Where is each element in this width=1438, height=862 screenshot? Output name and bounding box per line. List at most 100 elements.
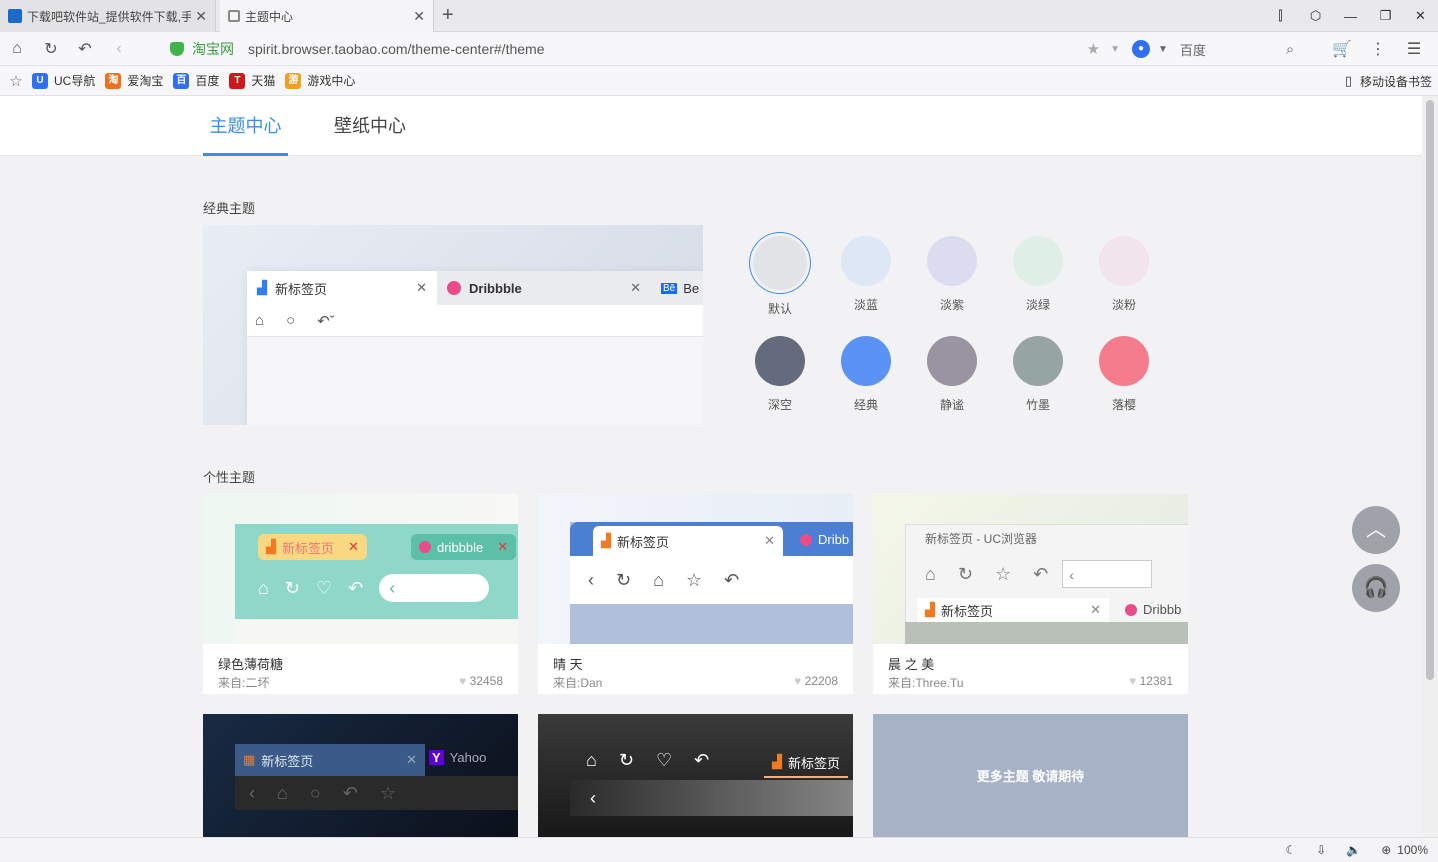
cart-icon[interactable]: 🛒 [1324,39,1360,59]
customer-service-button[interactable]: 🎧 [1352,564,1400,612]
swatch-label: 淡绿 [998,296,1078,313]
bookmark-item[interactable]: 游游戏中心 [285,72,355,89]
game-center-icon: 游 [285,73,301,89]
theme-swatch[interactable]: 竹墨 [998,336,1078,413]
mini-toolbar: ⌂↻♡↶‹ [258,574,489,602]
heart-icon: ♥ [459,674,466,688]
mini-toolbar: ‹⌂○↶☆ [235,776,518,810]
bookmarks-bar: ☆ UUC导航 淘爱淘宝 百百度 T天猫 游游戏中心 ▯ 移动设备书签 [0,66,1438,96]
page-header: 主题中心 壁纸中心 [0,96,1422,156]
theme-swatch[interactable]: 深空 [740,336,820,413]
swatch-label: 淡蓝 [826,296,906,313]
volume-icon[interactable]: 🔈 [1346,843,1361,857]
browser-tab-title: 下载吧软件站_提供软件下载,手 [27,8,191,25]
theme-card[interactable]: 新标签页 - UC浏览器 ⌂↻☆↶‹ ▟新标签页✕ Dribbb 晨 之 美 来… [873,494,1188,694]
classic-section-title: 经典主题 [203,198,255,217]
bookmark-star-icon[interactable]: ★ [1087,40,1100,58]
theme-preview-image: ▦新标签页✕ YYahoo ‹⌂○↶☆ [203,714,518,837]
download-icon[interactable]: ⇩ [1316,843,1326,857]
sidebar-toggle-icon[interactable]: ⫿ [1263,8,1298,24]
more-icon[interactable]: ⋮ [1360,39,1396,59]
navigation-bar: ⌂ ↻ ↶ ‹ 淘宝网 spirit.browser.taobao.com/th… [0,32,1438,66]
browser-tab[interactable]: 下载吧软件站_提供软件下载,手 ✕ [0,0,216,32]
bookmark-item[interactable]: UUC导航 [32,72,95,89]
swatch-color [755,336,805,386]
chevron-down-icon[interactable]: ▼ [1110,44,1120,55]
theme-preview-image: 新标签页 - UC浏览器 ⌂↻☆↶‹ ▟新标签页✕ Dribbb [873,494,1188,644]
address-bar[interactable]: 淘宝网 spirit.browser.taobao.com/theme-cent… [170,35,1120,63]
search-box[interactable]: ● ▼ 百度 ⌕ [1132,35,1294,63]
theme-swatch[interactable]: 经典 [826,336,906,413]
theme-swatch[interactable]: 淡蓝 [826,236,906,313]
close-tab-icon[interactable]: ✕ [413,8,425,25]
new-tab-button[interactable]: + [442,4,454,26]
theme-swatch[interactable]: 淡紫 [912,236,992,313]
theme-card[interactable]: ▟新标签页✕ Dribb ‹↻⌂☆↶ 晴 天 来自:Dan ♥ 22208 [538,494,853,694]
secure-shield-icon [170,42,184,56]
star-icon[interactable]: ☆ [0,72,32,90]
bookmark-item[interactable]: 百百度 [173,72,219,89]
like-count[interactable]: ♥ 12381 [1129,674,1173,688]
theme-preview-image: ⌂↻♡↶ ▟新标签页 ‹ [538,714,853,837]
mobile-bookmarks[interactable]: ▯ 移动设备书签 [1345,66,1432,96]
zoom-icon[interactable]: ⊕ [1381,843,1391,857]
theme-swatch[interactable]: 淡粉 [1084,236,1164,313]
minimize-button[interactable]: — [1333,9,1368,24]
undo-icon[interactable]: ↶ [68,39,102,59]
bookmark-item[interactable]: 淘爱淘宝 [105,72,163,89]
swatch-label: 竹墨 [998,396,1078,413]
night-mode-icon[interactable]: ☾ [1285,843,1296,857]
nav-right-tools: 🛒 ⋮ ☰ [1324,32,1432,66]
reload-icon[interactable]: ↻ [34,39,68,59]
back-icon[interactable]: ‹ [102,40,136,58]
theme-swatch[interactable]: 落樱 [1084,336,1164,413]
close-icon: ✕ [416,280,427,296]
scrollbar-thumb[interactable] [1426,100,1434,680]
menu-icon[interactable]: ☰ [1396,39,1432,59]
preview-window: ▟ 新标签页 ✕ Dribbble ✕ Bē Be ⌂ ○ ↶ˇ [247,271,703,425]
close-window-button[interactable]: ✕ [1403,8,1438,24]
uc-nav-icon: U [32,73,48,89]
tab-theme-center[interactable]: 主题中心 [203,96,288,156]
theme-card[interactable]: ▟新标签页✕ dribbble✕ ⌂↻♡↶‹ 绿色薄荷糖 来自:二坏 ♥ 324… [203,494,518,694]
swatch-color [927,336,977,386]
theme-swatch[interactable]: 静谧 [912,336,992,413]
theme-preview-image: ▟新标签页✕ Dribb ‹↻⌂☆↶ [538,494,853,644]
browser-tab-active[interactable]: 主题中心 ✕ [220,0,434,32]
classic-theme-preview: ▟ 新标签页 ✕ Dribbble ✕ Bē Be ⌂ ○ ↶ˇ [203,225,703,425]
theme-card[interactable]: ▦新标签页✕ YYahoo ‹⌂○↶☆ [203,714,518,837]
theme-swatch[interactable]: 默认 [740,236,820,317]
theme-card[interactable]: ⌂↻♡↶ ▟新标签页 ‹ [538,714,853,837]
skin-icon[interactable]: ⬡ [1298,8,1333,24]
search-icon[interactable]: ⌕ [1286,41,1294,58]
mini-tab: YYahoo [429,750,486,765]
mini-toolbar: ‹↻⌂☆↶ [570,556,853,604]
home-icon[interactable]: ⌂ [0,40,34,58]
heart-icon: ♥ [1129,674,1136,688]
like-count[interactable]: ♥ 32458 [459,674,503,688]
like-count[interactable]: ♥ 22208 [794,674,838,688]
swatch-color [1099,236,1149,286]
bookmark-item[interactable]: T天猫 [229,72,275,89]
theme-swatch[interactable]: 淡绿 [998,236,1078,313]
theme-name: 晴 天 [553,654,583,673]
swatch-label: 淡粉 [1084,296,1164,313]
url-text[interactable]: spirit.browser.taobao.com/theme-center#/… [248,41,544,57]
mini-window-title: 新标签页 - UC浏览器 [925,530,1037,547]
mini-tab: ▟新标签页 [764,748,848,778]
chevron-down-icon[interactable]: ▼ [1158,44,1168,55]
restore-button[interactable]: ❐ [1368,8,1403,24]
theme-author: 来自:二坏 [218,674,269,691]
mini-tab: dribbble✕ [411,534,516,560]
zoom-level[interactable]: 100% [1397,843,1428,857]
close-tab-icon[interactable]: ✕ [195,8,207,25]
swatch-color [1013,336,1063,386]
page-scrollbar[interactable] [1422,96,1438,837]
scroll-to-top-button[interactable]: ︿ [1352,506,1400,554]
swatch-color [841,336,891,386]
mini-tab: ▟新标签页✕ [917,598,1109,622]
tab-wallpaper-center[interactable]: 壁纸中心 [334,96,406,156]
theme-favicon-icon [228,10,240,22]
swatch-color [753,236,807,290]
swatch-label: 经典 [826,396,906,413]
